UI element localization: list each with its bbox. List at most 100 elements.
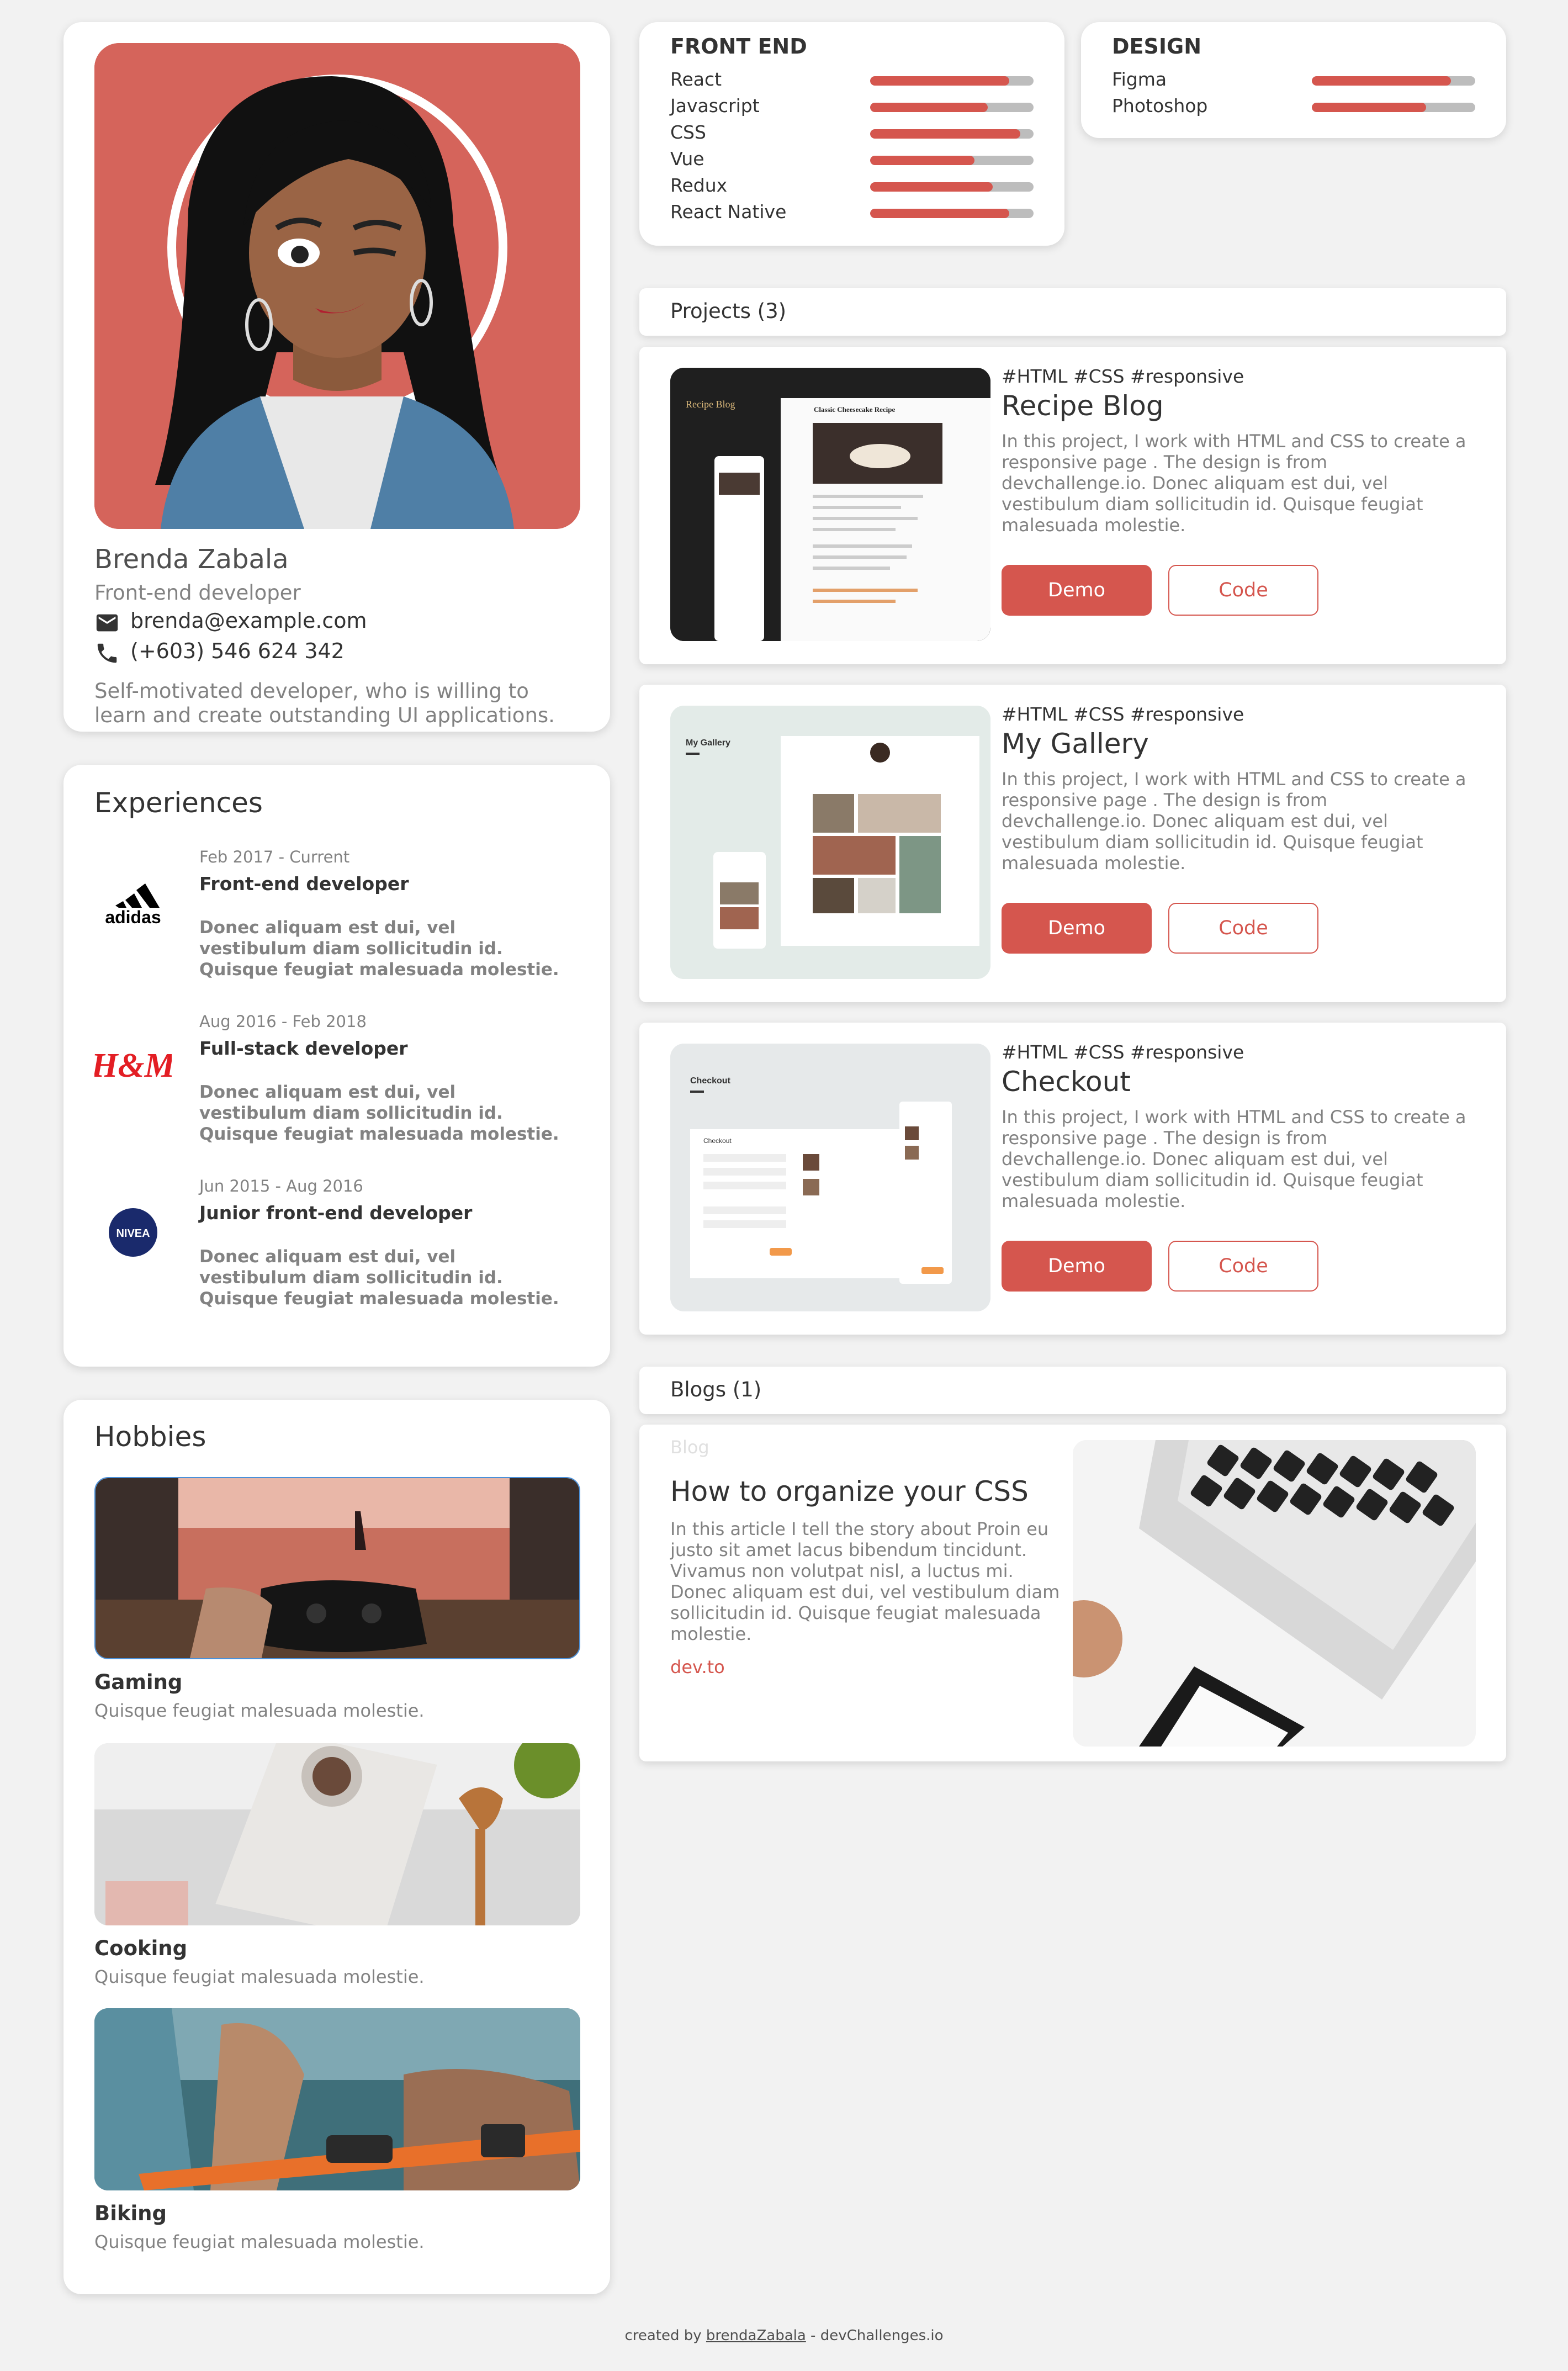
- skill-row: React: [670, 66, 1035, 93]
- blog-kicker: Blog: [670, 1437, 709, 1458]
- nivea-logo: NIVEA: [94, 1190, 172, 1268]
- skill-level-fill: [870, 103, 988, 112]
- hobby-name: Biking: [94, 2201, 167, 2225]
- skill-level-fill: [870, 182, 993, 192]
- biking-image: [94, 2008, 580, 2190]
- experience-description: Donec aliquam est dui, vel vestibulum di…: [199, 918, 559, 980]
- skill-label: Javascript: [670, 95, 760, 117]
- skill-level-fill: [870, 76, 1009, 86]
- skill-row: React Native: [670, 199, 1035, 225]
- project-description: In this project, I work with HTML and CS…: [1002, 1107, 1466, 1211]
- skill-row: Javascript: [670, 93, 1035, 119]
- experience-date: Feb 2017 - Current: [199, 848, 350, 866]
- thumb-heading: My Gallery: [686, 738, 730, 748]
- footer-prefix: created by: [624, 2327, 706, 2344]
- experiences-title: Experiences: [94, 787, 263, 819]
- profile-email[interactable]: brenda@example.com: [130, 608, 367, 633]
- skill-level-fill: [870, 156, 975, 165]
- skill-label: Vue: [670, 148, 704, 170]
- hobby-description: Quisque feugiat malesuada molestie.: [94, 1966, 425, 1987]
- skill-row: Vue: [670, 146, 1035, 172]
- thumb-heading: Recipe Blog: [686, 399, 735, 410]
- gaming-image: [94, 1477, 580, 1659]
- code-button[interactable]: Code: [1168, 565, 1318, 616]
- profile-phone[interactable]: (+603) 546 624 342: [130, 639, 345, 663]
- skill-row: Photoshop: [1112, 93, 1476, 119]
- mail-icon: [94, 610, 120, 636]
- project-card: Checkout Checkout #HTML #CSS #responsive…: [639, 1023, 1506, 1335]
- blogs-header: Blogs (1): [639, 1367, 1506, 1414]
- hobbies-title: Hobbies: [94, 1421, 206, 1453]
- blog-description: In this article I tell the story about P…: [670, 1518, 1060, 1644]
- blog-image: [1073, 1440, 1476, 1747]
- thumb-sub: Classic Cheesecake Recipe: [814, 405, 896, 414]
- experience-role: Front-end developer: [199, 873, 409, 895]
- skill-level-fill: [1312, 76, 1451, 86]
- project-tags: #HTML #CSS #responsive: [1002, 1041, 1244, 1063]
- project-description: In this project, I work with HTML and CS…: [1002, 769, 1466, 874]
- profile-bio: Self-motivated developer, who is willing…: [94, 679, 555, 727]
- thumb-heading: Checkout: [690, 1076, 731, 1086]
- footer-suffix: - devChallenges.io: [806, 2327, 944, 2344]
- project-title: My Gallery: [1002, 728, 1149, 760]
- skill-level-bar: [870, 182, 1034, 192]
- design-title: DESIGN: [1112, 34, 1202, 59]
- hm-logo-text: H&M: [94, 1047, 172, 1084]
- blog-link[interactable]: dev.to: [670, 1656, 725, 1677]
- thumb-sub: Checkout: [703, 1137, 732, 1145]
- experience-item: adidas Feb 2017 - Current Front-end deve…: [94, 848, 580, 1002]
- nivea-logo-text: NIVEA: [116, 1227, 150, 1240]
- skill-level-bar: [870, 129, 1034, 139]
- skill-level-bar: [870, 103, 1034, 112]
- project-description: In this project, I work with HTML and CS…: [1002, 431, 1466, 536]
- project-tags: #HTML #CSS #responsive: [1002, 703, 1244, 725]
- demo-button[interactable]: Demo: [1002, 1241, 1152, 1292]
- experience-description: Donec aliquam est dui, vel vestibulum di…: [199, 1247, 559, 1309]
- design-skills-card: DESIGN Figma Photoshop: [1081, 22, 1506, 138]
- experience-description: Donec aliquam est dui, vel vestibulum di…: [199, 1082, 559, 1144]
- skill-level-fill: [870, 209, 1009, 218]
- hobby-description: Quisque feugiat malesuada molestie.: [94, 1700, 425, 1721]
- project-thumbnail: Recipe Blog Classic Cheesecake Recipe: [670, 368, 990, 641]
- adidas-logo-text: adidas: [105, 907, 161, 927]
- skill-label: Figma: [1112, 68, 1167, 90]
- skill-level-bar: [870, 156, 1034, 165]
- project-title: Recipe Blog: [1002, 390, 1164, 422]
- code-button[interactable]: Code: [1168, 1241, 1318, 1292]
- hobby-item: Gaming Quisque feugiat malesuada molesti…: [94, 1477, 580, 1726]
- front-end-skills-card: FRONT END React Javascript CSS Vue Redux Reac…: [639, 22, 1064, 246]
- skill-row: CSS: [670, 119, 1035, 146]
- blog-card: Blog How to organize your CSS In this ar…: [639, 1425, 1506, 1761]
- profile-portrait: [94, 43, 580, 529]
- skill-row: Figma: [1112, 66, 1476, 93]
- experience-date: Aug 2016 - Feb 2018: [199, 1012, 367, 1031]
- blogs-header-label: Blogs (1): [670, 1378, 762, 1401]
- demo-button[interactable]: Demo: [1002, 565, 1152, 616]
- project-thumbnail: My Gallery: [670, 706, 990, 979]
- blog-title: How to organize your CSS: [670, 1475, 1029, 1507]
- demo-button[interactable]: Demo: [1002, 903, 1152, 954]
- experiences-card: Experiences adidas Feb 2017 - Current Fr…: [63, 765, 610, 1367]
- skill-level-bar: [870, 76, 1034, 86]
- hobby-name: Cooking: [94, 1936, 188, 1960]
- profile-card: Brenda Zabala Front-end developer brenda…: [63, 22, 610, 732]
- projects-header-label: Projects (3): [670, 299, 787, 323]
- skill-label: Photoshop: [1112, 95, 1208, 117]
- code-button[interactable]: Code: [1168, 903, 1318, 954]
- footer-author-link[interactable]: brendaZabala: [706, 2327, 806, 2344]
- experience-item: H&M Aug 2016 - Feb 2018 Full-stack devel…: [91, 1012, 580, 1167]
- project-title: Checkout: [1002, 1066, 1131, 1098]
- skill-label: React Native: [670, 201, 787, 223]
- skill-row: Redux: [670, 172, 1035, 199]
- skill-level-bar: [870, 209, 1034, 218]
- profile-name: Brenda Zabala: [94, 544, 289, 575]
- hobby-item: Cooking Quisque feugiat malesuada molest…: [94, 1743, 580, 1992]
- hobbies-card: Hobbies Gaming Quisque feugiat malesuada…: [63, 1400, 610, 2294]
- skill-label: Redux: [670, 174, 728, 196]
- skill-level-fill: [870, 129, 1021, 139]
- hobby-description: Quisque feugiat malesuada molestie.: [94, 2231, 425, 2252]
- project-card: Recipe Blog Classic Cheesecake Recipe #H…: [639, 347, 1506, 664]
- cooking-image: [94, 1743, 580, 1925]
- hobby-name: Gaming: [94, 1670, 183, 1694]
- skill-label: CSS: [670, 121, 706, 143]
